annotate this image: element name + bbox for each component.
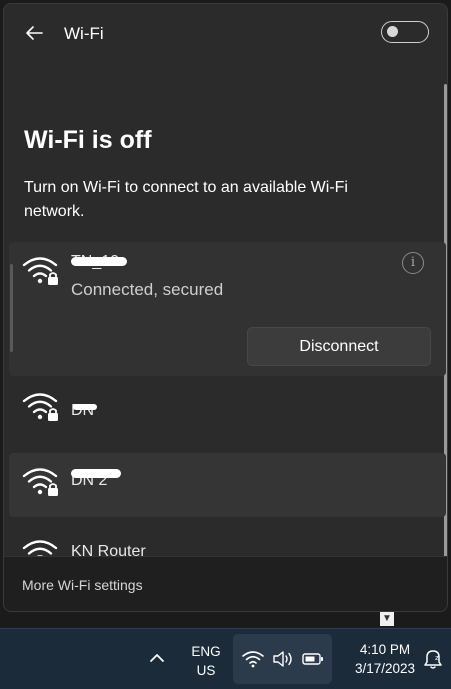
wifi-toggle[interactable] (381, 21, 429, 43)
notification-bell-icon[interactable]: z (422, 648, 444, 670)
network-info-button[interactable]: i (402, 252, 424, 274)
quick-settings-button[interactable] (233, 634, 332, 684)
svg-text:z: z (435, 654, 439, 662)
language-code: ENG (191, 644, 221, 659)
wifi-secured-icon (22, 540, 58, 556)
redaction-mark (71, 469, 121, 478)
clock-time: 4:10 PM (359, 642, 411, 657)
flyout-header: Wi-Fi (4, 4, 447, 66)
network-status: Connected, secured (71, 280, 224, 299)
volume-icon (273, 651, 292, 667)
more-wifi-settings-link[interactable]: More Wi-Fi settings (22, 577, 143, 593)
network-item-connected[interactable]: TN_10 Connected, secured i Disconnect (9, 242, 446, 376)
input-language[interactable]: ENG US (186, 642, 226, 680)
network-item[interactable]: KN Router (9, 527, 446, 556)
clock[interactable]: 4:10 PM 3/17/2023 (338, 640, 432, 678)
wifi-secured-icon (22, 468, 58, 496)
wifi-icon (242, 651, 264, 668)
redaction-mark (73, 404, 97, 410)
back-arrow-icon[interactable] (22, 21, 46, 45)
clock-date: 3/17/2023 (354, 661, 416, 676)
chevron-up-icon[interactable] (148, 649, 166, 667)
network-item[interactable]: DN (9, 376, 446, 438)
wifi-status-title: Wi-Fi is off (24, 126, 152, 154)
disconnect-button[interactable]: Disconnect (247, 327, 431, 366)
wifi-status-description: Turn on Wi-Fi to connect to an available… (24, 179, 348, 220)
redaction-mark (71, 257, 127, 266)
network-name: KN Router (71, 543, 146, 556)
scroll-down-arrow-icon[interactable]: ▼ (380, 612, 394, 626)
network-item[interactable]: DN 2 (9, 453, 446, 517)
page-title: Wi-Fi (64, 24, 104, 43)
wifi-secured-icon (22, 257, 58, 285)
wifi-flyout: Wi-Fi Wi-Fi is off Turn on Wi-Fi to conn… (3, 3, 448, 612)
region-code: US (196, 663, 216, 678)
wifi-secured-icon (22, 393, 58, 421)
battery-icon (302, 653, 323, 665)
taskbar: ENG US 4:10 PM 3/17/2023 z (0, 628, 451, 689)
flyout-footer: More Wi-Fi settings (4, 556, 447, 611)
toggle-knob (387, 26, 398, 37)
selection-indicator (10, 264, 13, 352)
